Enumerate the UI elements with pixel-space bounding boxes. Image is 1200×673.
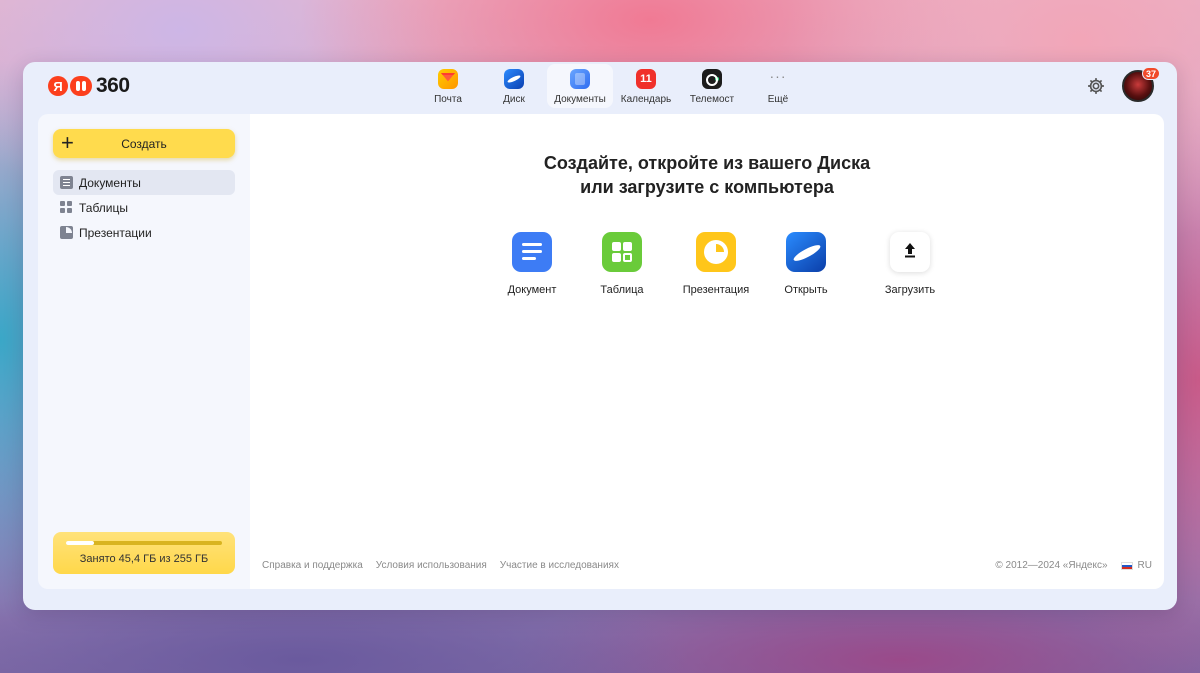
service-mail[interactable]: Почта xyxy=(415,64,481,108)
action-label: Открыть xyxy=(784,284,828,296)
service-label: Диск xyxy=(503,94,525,105)
service-label: Календарь xyxy=(620,94,672,105)
upload-button[interactable]: Загрузить xyxy=(865,232,955,296)
service-label: Документы xyxy=(554,94,606,105)
more-icon: ··· xyxy=(769,68,787,84)
logo-ya-badge: Я xyxy=(48,76,68,96)
service-disk[interactable]: Диск xyxy=(481,64,547,108)
storage-widget[interactable]: Занято 45,4 ГБ из 255 ГБ xyxy=(53,532,235,574)
create-button-label: Создать xyxy=(121,136,167,151)
presentation-icon xyxy=(60,226,73,239)
storage-text: Занято 45,4 ГБ из 255 ГБ xyxy=(79,553,209,565)
service-more[interactable]: ··· Ещё xyxy=(745,64,811,108)
sidebar-item-documents[interactable]: Документы xyxy=(53,170,235,195)
new-presentation-button[interactable]: Презентация xyxy=(671,232,761,296)
create-button[interactable]: + Создать xyxy=(53,129,235,158)
plus-icon: + xyxy=(61,130,74,155)
service-telemost[interactable]: Телемост xyxy=(679,64,745,108)
action-label: Загрузить xyxy=(884,284,936,296)
settings-gear-icon[interactable] xyxy=(1086,76,1106,96)
service-label: Ещё xyxy=(767,94,789,105)
document-tile-icon xyxy=(512,232,552,272)
sidebar-item-label: Презентации xyxy=(79,225,152,240)
footer-links: Справка и поддержка Условия использовани… xyxy=(262,560,619,571)
disk-open-icon xyxy=(786,232,826,272)
calendar-icon: 11 xyxy=(636,69,656,89)
disk-icon xyxy=(504,69,524,89)
sidebar-item-presentations[interactable]: Презентации xyxy=(53,220,235,245)
new-document-button[interactable]: Документ xyxy=(487,232,577,296)
main-content: Создайте, откройте из вашего Диска или з… xyxy=(250,114,1164,589)
service-calendar[interactable]: 11 Календарь xyxy=(613,64,679,108)
upload-icon xyxy=(890,232,930,272)
sidebar: + Создать Документы Таблицы Презентации xyxy=(38,114,250,589)
mail-icon xyxy=(438,69,458,89)
documents-icon xyxy=(570,69,590,89)
footer-link-research[interactable]: Участие в исследованиях xyxy=(500,560,619,571)
sidebar-item-tables[interactable]: Таблицы xyxy=(53,195,235,220)
action-label: Документ xyxy=(507,284,557,296)
storage-progress-bar xyxy=(66,541,222,545)
logo-number: 360 xyxy=(96,74,130,97)
service-label: Телемост xyxy=(689,94,735,105)
app-window: Я 360 Почта Диск Документы 11 Календарь … xyxy=(23,62,1177,610)
notifications-badge: 37 xyxy=(1142,67,1161,80)
russia-flag-icon xyxy=(1120,561,1133,570)
headline-line-2: или загрузите с компьютера xyxy=(580,177,834,197)
telemost-icon xyxy=(702,69,722,89)
page-headline: Создайте, откройте из вашего Диска или з… xyxy=(250,151,1164,199)
sidebar-item-label: Таблицы xyxy=(79,200,129,215)
new-table-button[interactable]: Таблица xyxy=(577,232,667,296)
open-from-disk-button[interactable]: Открыть xyxy=(761,232,851,296)
service-label: Почта xyxy=(434,94,462,105)
footer-link-help[interactable]: Справка и поддержка xyxy=(262,560,363,571)
service-documents[interactable]: Документы xyxy=(547,64,613,108)
action-label: Презентация xyxy=(682,284,750,296)
sidebar-item-label: Документы xyxy=(79,175,141,190)
action-label: Таблица xyxy=(600,284,644,296)
headline-line-1: Создайте, откройте из вашего Диска xyxy=(543,153,871,173)
yandex-360-logo[interactable]: Я 360 xyxy=(48,74,130,98)
services-bar: Почта Диск Документы 11 Календарь Телемо… xyxy=(415,64,811,108)
footer-link-terms[interactable]: Условия использования xyxy=(376,560,487,571)
language-switch[interactable]: RU xyxy=(1138,560,1152,571)
document-icon xyxy=(60,176,73,189)
table-icon xyxy=(60,201,73,214)
copyright-text: © 2012—2024 «Яндекс» xyxy=(995,560,1108,571)
footer-right: © 2012—2024 «Яндекс» RU xyxy=(995,560,1152,571)
storage-progress-fill xyxy=(66,541,94,545)
sidebar-nav: Документы Таблицы Презентации xyxy=(53,170,235,245)
table-tile-icon xyxy=(602,232,642,272)
logo-mark-icon xyxy=(70,76,92,96)
presentation-tile-icon xyxy=(696,232,736,272)
